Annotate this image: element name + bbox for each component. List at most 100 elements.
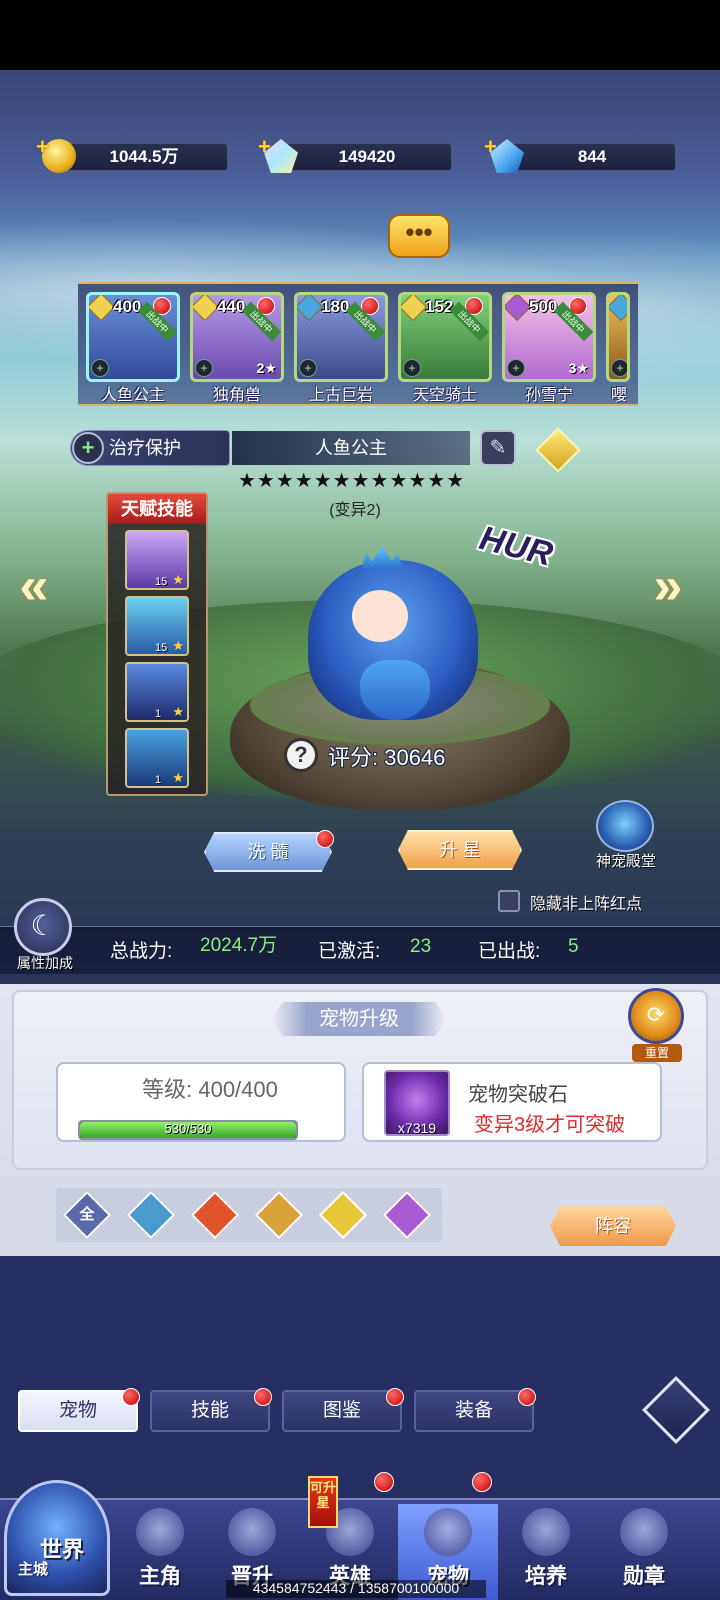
mermaid-face [352,590,408,642]
class-icon: + [299,359,317,377]
notification-dot [472,1472,492,1492]
talent-skill-slot[interactable]: 1 ★ [125,728,189,788]
filter-label: 全 [79,1206,95,1223]
notification-dot [316,830,334,848]
upgrade-star-button[interactable]: 升 星 [398,830,522,870]
promotion-icon [228,1508,276,1556]
class-icon: + [403,359,421,377]
nav-medal[interactable]: 勋章 [594,1504,694,1600]
total-power-label: 总战力: [110,941,173,962]
light-element-icon [193,295,220,322]
pet-card[interactable]: + [606,292,630,382]
nav-label: 勋章 [623,1565,665,1588]
pet-score: 评分: 30646 [328,745,446,770]
light-element-icon [401,295,428,322]
breakthrough-stone-count: x7319 [397,1120,437,1136]
pet-card-name: 天空骑士 [412,387,477,404]
pet-card[interactable]: 152 出战中 + [398,292,492,382]
pet-hall-icon[interactable] [596,800,654,852]
game-screen: 1044.5万 + 149420 + 844 + ••• 400 出战中 + 人鱼公主… [0,0,720,1600]
wash-marrow-button[interactable]: 洗 髓 [204,832,332,872]
skill-level: 1 [155,708,162,720]
attribute-bonus-icon[interactable]: ☾ [14,898,72,956]
nav-label: 主角 [139,1565,181,1588]
nav-training[interactable]: 培养 [496,1504,596,1600]
star-icon: ★ [172,770,184,785]
notification-dot [518,1388,536,1406]
crystal-amount: 149420 [282,143,452,171]
subtab-2[interactable]: 技能 [150,1390,270,1432]
light-element-icon [89,295,116,322]
pet-level: 400 [113,297,142,316]
pet-card-name: 人鱼公主 [100,387,165,404]
pet-card-name: 上古巨岩 [308,387,373,404]
chat-bubble-button[interactable]: ••• [388,214,450,258]
diamond-amount: 844 [508,143,676,171]
mermaid-tail [360,660,430,720]
notification-dot [374,1472,394,1492]
skill-level: 15 [155,642,168,654]
status-area [0,0,720,70]
pet-card-name: 独角兽 [212,387,261,404]
activated-label: 已激活: [318,941,381,962]
reset-icon[interactable]: ⟳ [628,988,684,1044]
exp-progress-text: 530/530 [164,1121,212,1136]
skill-level: 1 [155,774,162,786]
star-icon: ★ [172,572,184,587]
rename-quill-icon[interactable]: ✎ [480,430,516,466]
pet-card-name: 孙雪宁 [524,387,573,404]
talent-skill-slot[interactable]: 1 ★ [125,662,189,722]
class-icon: + [611,359,627,377]
pet-star-count: 2★ [256,360,277,376]
pet-name: 人鱼公主 [232,431,470,465]
water-element-icon [609,295,627,322]
deployed-value: 5 [568,936,579,957]
next-pet-arrow-icon[interactable]: » [646,560,690,612]
reset-label: 重置 [632,1044,682,1062]
pet-star-count: 3★ [568,360,589,376]
star-icon: ★ [172,638,184,653]
activated-value: 23 [410,936,432,957]
pet-level: 152 [425,297,454,316]
subtab-4[interactable]: 装备 [414,1390,534,1432]
notification-dot [386,1388,404,1406]
can-upgrade-star-badge: 可升星 [308,1476,338,1528]
notification-dot [254,1388,272,1406]
pet-icon [424,1508,472,1556]
attribute-bonus-label: 属性加成 [17,955,73,971]
pet-card[interactable]: 400 出战中 + [86,292,180,382]
hide-red-dot-checkbox[interactable] [498,890,520,912]
lineup-button[interactable]: 阵容 [550,1206,676,1246]
class-icon: + [91,359,109,377]
pet-upgrade-title: 宠物升级 [272,1002,446,1036]
class-icon: + [507,359,525,377]
gold-amount: 1044.5万 [60,143,228,171]
nav-hero-helmet[interactable]: 主角 [110,1504,210,1600]
pet-level: 180 [321,297,350,316]
notification-dot [122,1388,140,1406]
add-gold-button[interactable]: + [36,134,49,160]
pet-card[interactable]: 180 出战中 + [294,292,388,382]
main-city-label: 主城 [18,1561,49,1578]
talent-skill-slot[interactable]: 15 ★ [125,530,189,590]
add-diamond-button[interactable]: + [484,134,497,160]
score-help-icon[interactable]: ? [284,738,318,772]
breakthrough-requirement: 变异3级才可突破 [474,1114,626,1136]
pet-card-name: 嚶 [610,387,627,404]
pet-level-text: 等级: 400/400 [142,1077,278,1102]
breakthrough-stone-name: 宠物突破石 [468,1084,568,1106]
pet-card[interactable]: 440 出战中 +2★ [190,292,284,382]
dark-element-icon [505,295,532,322]
heal-class-icon: + [72,432,104,464]
previous-pet-arrow-icon[interactable]: « [12,560,56,612]
pet-level: 440 [217,297,246,316]
pet-card[interactable]: 500 出战中 +3★ [502,292,596,382]
add-crystal-button[interactable]: + [258,134,271,160]
skill-level: 15 [155,576,168,588]
pet-hall-label: 神宠殿堂 [595,853,656,870]
subtab-3[interactable]: 图鉴 [282,1390,402,1432]
talent-skill-slot[interactable]: 15 ★ [125,596,189,656]
class-icon: + [195,359,213,377]
subtab-1[interactable]: 宠物 [18,1390,138,1432]
debug-counter: 434584752443 / 1358700100000 [226,1580,486,1598]
